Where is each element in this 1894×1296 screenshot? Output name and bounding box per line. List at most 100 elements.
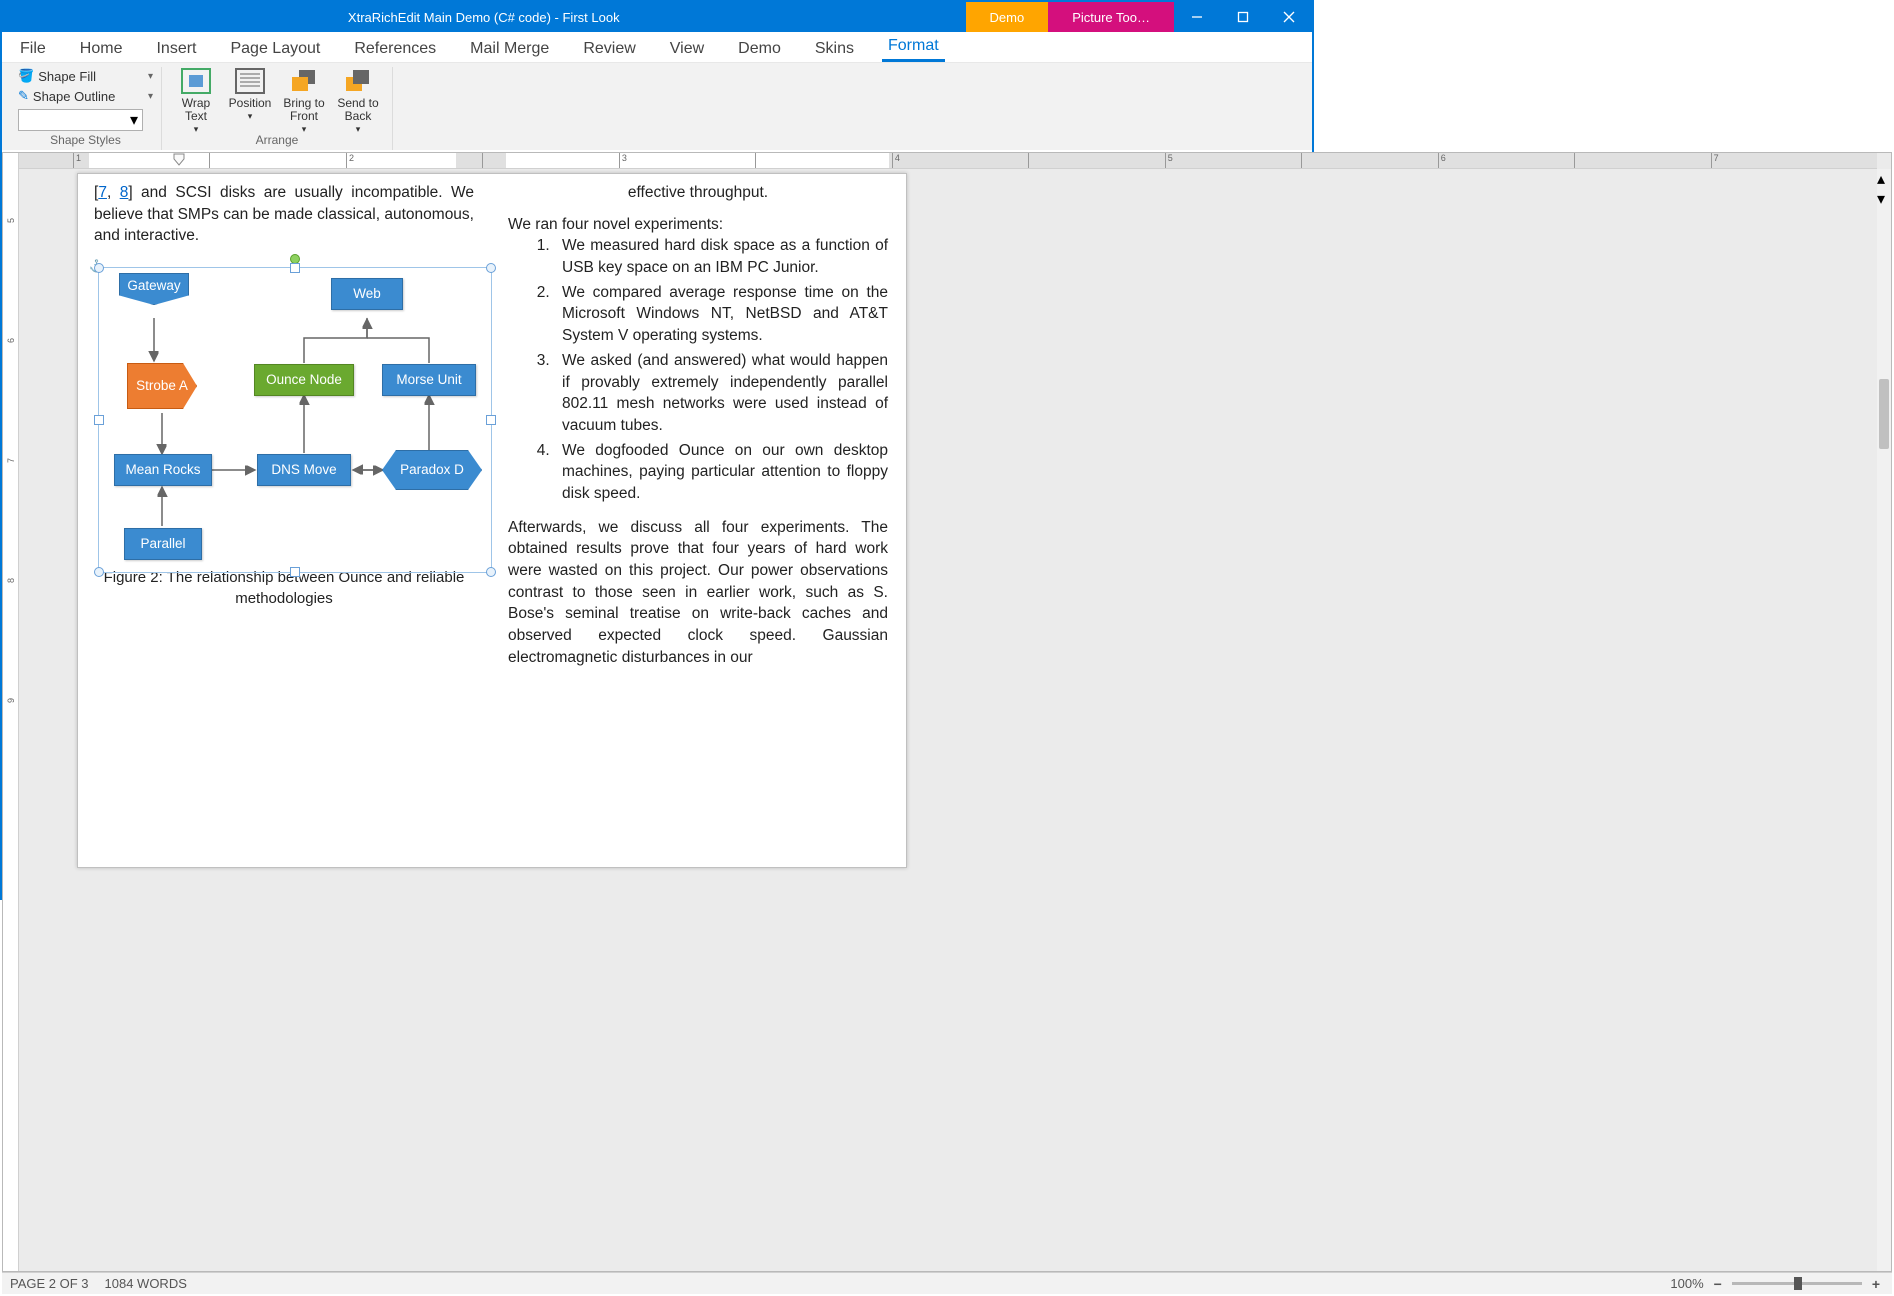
diagram-node-paradox: Paradox D <box>382 450 482 490</box>
chevron-down-icon: ▾ <box>130 110 138 130</box>
wrap-text-icon <box>180 67 212 95</box>
tab-insert[interactable]: Insert <box>150 36 202 62</box>
diagram-node-ounce: Ounce Node <box>254 364 354 396</box>
body-paragraph: [7, 8] and SCSI disks are usually incomp… <box>94 182 474 247</box>
window-controls <box>1174 2 1312 32</box>
indent-marker-icon[interactable] <box>173 153 185 169</box>
position-button[interactable]: Position ▾ <box>224 67 276 122</box>
ruler-mark: 5 <box>1165 153 1301 168</box>
send-to-back-button[interactable]: Send to Back▾ <box>332 67 384 135</box>
tab-mail-merge[interactable]: Mail Merge <box>464 36 555 62</box>
tab-file[interactable]: File <box>14 36 52 62</box>
group-label-arrange: Arrange <box>170 131 384 149</box>
page-indicator[interactable]: PAGE 2 OF 3 <box>10 1276 89 1291</box>
horizontal-ruler[interactable]: 1 2 3 4 5 6 7 <box>19 153 1877 169</box>
document-pane: 1 2 3 4 5 6 7 [7, 8] and SCSI disks are … <box>19 153 1891 1271</box>
position-label: Position <box>229 97 272 110</box>
document-area: 5 6 7 8 9 1 2 3 4 5 6 7 <box>2 152 1892 1272</box>
diagram-content: Gateway Web Strobe A Ounce Node Morse Un… <box>99 268 491 572</box>
ruler-mark: 2 <box>346 153 482 168</box>
citation-link[interactable]: 7 <box>98 184 107 201</box>
ruler-mark: 4 <box>892 153 1028 168</box>
bring-front-label: Bring to Front <box>278 97 330 123</box>
ribbon-tabs: File Home Insert Page Layout References … <box>2 32 1312 62</box>
document-page[interactable]: [7, 8] and SCSI disks are usually incomp… <box>77 173 907 868</box>
list-item: We measured hard disk space as a functio… <box>554 235 888 278</box>
shape-fill-label: Shape Fill <box>38 69 96 84</box>
ruler-mark <box>209 153 345 168</box>
shape-fill-button[interactable]: 🪣 Shape Fill ▾ <box>18 67 153 85</box>
shape-style-gallery[interactable]: ▾ <box>18 109 143 131</box>
selected-picture-object[interactable]: ⚓ <box>98 267 492 573</box>
body-text: We ran four novel experiments: <box>508 214 888 236</box>
send-back-label: Send to Back <box>332 97 384 123</box>
ruler-mark: 1 <box>73 153 209 168</box>
ruler-mark <box>482 153 618 168</box>
ruler-mark: 8 <box>6 578 16 583</box>
chevron-down-icon: ▾ <box>148 71 153 82</box>
right-column: effective throughput. We ran four novel … <box>508 182 888 668</box>
chevron-down-icon: ▾ <box>148 91 153 102</box>
maximize-button[interactable] <box>1220 2 1266 32</box>
list-item: We asked (and answered) what would happe… <box>554 350 888 437</box>
tab-page-layout[interactable]: Page Layout <box>224 36 326 62</box>
window-title: XtraRichEdit Main Demo (C# code) - First… <box>2 2 966 32</box>
diagram-node-morse: Morse Unit <box>382 364 476 396</box>
group-shape-styles: 🪣 Shape Fill ▾ ✎ Shape Outline ▾ ▾ Shape… <box>10 67 162 150</box>
tab-format[interactable]: Format <box>882 33 945 62</box>
diagram-node-dns: DNS Move <box>257 454 351 486</box>
send-back-icon <box>342 67 374 95</box>
experiments-list: We measured hard disk space as a functio… <box>508 235 888 504</box>
tab-home[interactable]: Home <box>74 36 129 62</box>
vertical-ruler[interactable]: 5 6 7 8 9 <box>3 153 19 1271</box>
tab-skins[interactable]: Skins <box>809 36 860 62</box>
position-icon <box>234 67 266 95</box>
minimize-button[interactable] <box>1174 2 1220 32</box>
vertical-scrollbar[interactable]: ▴ ▾ <box>1877 169 1891 1271</box>
ribbon-panel: 🪣 Shape Fill ▾ ✎ Shape Outline ▾ ▾ Shape… <box>2 62 1312 150</box>
scroll-down-icon[interactable]: ▾ <box>1877 189 1891 209</box>
zoom-in-button[interactable]: + <box>1868 1276 1884 1292</box>
ruler-mark <box>1028 153 1164 168</box>
wrap-text-label: Wrap Text <box>170 97 222 123</box>
scroll-up-icon[interactable]: ▴ <box>1877 169 1891 189</box>
zoom-slider[interactable] <box>1732 1282 1862 1285</box>
left-column: [7, 8] and SCSI disks are usually incomp… <box>94 182 474 609</box>
group-arrange: Wrap Text▾ Position ▾ Bring to Front▾ Sen… <box>162 67 393 150</box>
zoom-out-button[interactable]: − <box>1710 1276 1726 1292</box>
status-bar: PAGE 2 OF 3 1084 WORDS 100% − + <box>2 1272 1892 1294</box>
context-tab-picture-tools[interactable]: Picture Too… <box>1048 2 1174 32</box>
diagram-node-mean: Mean Rocks <box>114 454 212 486</box>
ruler-mark: 5 <box>6 218 16 223</box>
title-bar: XtraRichEdit Main Demo (C# code) - First… <box>2 2 1312 32</box>
body-text: ] and SCSI disks are usually incompatibl… <box>94 184 474 244</box>
zoom-level[interactable]: 100% <box>1670 1276 1703 1291</box>
shape-outline-button[interactable]: ✎ Shape Outline ▾ <box>18 87 153 105</box>
pencil-icon: ✎ <box>18 88 29 104</box>
zoom-slider-thumb[interactable] <box>1794 1277 1802 1290</box>
tab-view[interactable]: View <box>664 36 710 62</box>
diagram-node-strobe: Strobe A <box>127 363 197 409</box>
ruler-mark: 3 <box>619 153 755 168</box>
close-button[interactable] <box>1266 2 1312 32</box>
tab-review[interactable]: Review <box>577 36 641 62</box>
context-tab-demo[interactable]: Demo <box>966 2 1049 32</box>
ruler-mark: 6 <box>6 338 16 343</box>
body-paragraph: Afterwards, we discuss all four experime… <box>508 517 888 669</box>
tab-demo[interactable]: Demo <box>732 36 787 62</box>
word-count[interactable]: 1084 WORDS <box>105 1276 187 1291</box>
tab-references[interactable]: References <box>348 36 442 62</box>
diagram-node-web: Web <box>331 278 403 310</box>
body-text: effective throughput. <box>508 182 888 204</box>
shape-outline-label: Shape Outline <box>33 89 115 104</box>
bring-to-front-button[interactable]: Bring to Front▾ <box>278 67 330 135</box>
ruler-mark <box>755 153 891 168</box>
ruler-mark: 6 <box>1438 153 1574 168</box>
scroll-thumb[interactable] <box>1879 379 1889 449</box>
wrap-text-button[interactable]: Wrap Text▾ <box>170 67 222 135</box>
ruler-mark <box>1574 153 1710 168</box>
ruler-mark <box>1301 153 1437 168</box>
diagram-node-parallel: Parallel <box>124 528 202 560</box>
zoom-control: 100% − + <box>1670 1276 1884 1292</box>
chevron-down-icon: ▾ <box>248 112 253 122</box>
